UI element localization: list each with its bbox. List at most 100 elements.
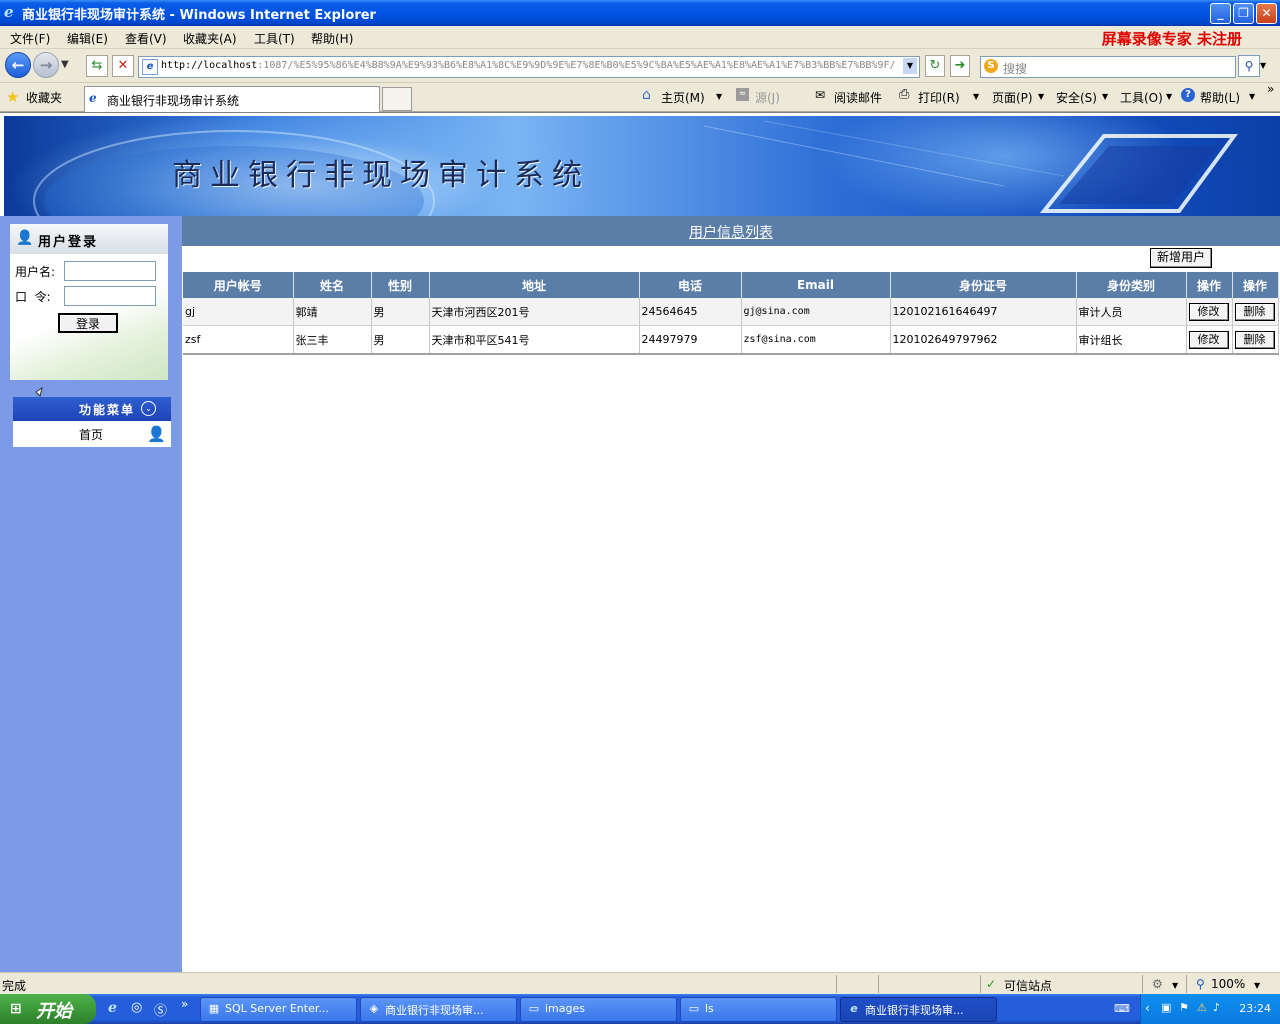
task-label: 商业银行非现场审... — [865, 1004, 964, 1017]
address-input[interactable]: e http://localhost:1087/%E5%95%86%E4%B8%… — [138, 56, 920, 78]
tray-expand-icon[interactable]: ‹ — [1145, 1001, 1150, 1015]
login-button[interactable]: 登录 — [58, 313, 118, 333]
site-banner: 商业银行非现场审计系统 — [4, 116, 1280, 216]
restore-button[interactable]: ❐ — [1233, 3, 1254, 24]
task-app-window[interactable]: ◈ 商业银行非现场审... — [360, 997, 517, 1022]
printer-icon[interactable]: ⎙ — [899, 87, 909, 102]
checkmark-icon: ✓ — [986, 977, 997, 991]
zoom-icon[interactable]: ⚲ — [1196, 977, 1205, 991]
col-gender: 性别 — [371, 272, 430, 298]
list-title[interactable]: 用户信息列表 — [182, 222, 1280, 242]
cmd-home[interactable]: 主页(M) — [661, 89, 705, 106]
minimize-button[interactable]: _ — [1210, 3, 1231, 24]
protected-dropdown-icon[interactable]: ▼ — [1172, 981, 1178, 990]
cmd-tools[interactable]: 工具(O) — [1120, 89, 1163, 106]
menu-help[interactable]: 帮助(H) — [311, 30, 353, 47]
table-header-row: 用户帐号 姓名 性别 地址 电话 Email 身份证号 身份类别 操作 操作 — [183, 272, 1279, 298]
compat-view-icon[interactable]: ↻ — [925, 55, 945, 77]
feeds-icon[interactable]: ≈ — [736, 88, 749, 101]
stop-icon[interactable]: ✕ — [112, 55, 134, 77]
address-url: http://localhost:1087/%E5%95%86%E4%B8%9A… — [161, 60, 896, 71]
page-dropdown-icon[interactable]: ▼ — [1038, 92, 1044, 101]
task-sql-server[interactable]: ▦ SQL Server Enter... — [200, 997, 357, 1022]
security-zone[interactable]: 可信站点 — [1004, 977, 1052, 994]
protected-mode-icon[interactable]: ⚙ — [1152, 977, 1163, 991]
task-ls-folder[interactable]: ▭ ls — [680, 997, 837, 1022]
tools-dropdown-icon[interactable]: ▼ — [1166, 92, 1172, 101]
zoom-dropdown-icon[interactable]: ▼ — [1254, 981, 1260, 990]
help-icon[interactable]: ? — [1181, 88, 1195, 102]
home-icon[interactable]: ⌂ — [642, 87, 651, 103]
tab-title: 商业银行非现场审计系统 — [107, 94, 240, 108]
tray-volume-icon[interactable]: ♪ — [1213, 1001, 1220, 1014]
cmd-print[interactable]: 打印(R) — [918, 89, 960, 106]
delete-button[interactable]: 删除 — [1234, 330, 1275, 349]
history-dropdown-icon[interactable]: ▼ — [61, 59, 69, 70]
quicklaunch-ie-icon[interactable]: e — [108, 1000, 117, 1016]
cmd-feeds[interactable]: 源(J) — [755, 89, 780, 106]
edit-button[interactable]: 修改 — [1188, 302, 1229, 321]
username-input[interactable] — [64, 261, 156, 281]
tab-current[interactable]: e 商业银行非现场审计系统 — [84, 86, 380, 112]
cell-id-number: 120102161646497 — [890, 298, 1077, 326]
quicklaunch-overflow-icon[interactable]: » — [181, 997, 188, 1011]
table-row: gj 郭靖 男 天津市河西区201号 24564645 gj@sina.com … — [183, 298, 1279, 326]
cell-delete: 删除 — [1232, 298, 1279, 326]
username-label: 用户名: — [15, 265, 56, 279]
tray-network-icon[interactable]: ▣ — [1161, 1001, 1171, 1014]
cmd-read-mail[interactable]: 阅读邮件 — [834, 89, 882, 106]
close-button[interactable]: ✕ — [1256, 3, 1277, 24]
cell-name: 郭靖 — [293, 298, 372, 326]
print-dropdown-icon[interactable]: ▼ — [973, 92, 979, 101]
add-user-button[interactable]: 新增用户 — [1150, 248, 1212, 268]
new-tab-button[interactable] — [382, 87, 412, 111]
menu-bar: 文件(F) 编辑(E) 查看(V) 收藏夹(A) 工具(T) 帮助(H) 屏幕录… — [0, 26, 1280, 49]
task-images-folder[interactable]: ▭ images — [520, 997, 677, 1022]
banner-title: 商业银行非现场审计系统 — [172, 158, 590, 193]
cmd-safety[interactable]: 安全(S) — [1056, 89, 1097, 106]
zoom-level[interactable]: 100% — [1211, 977, 1245, 991]
login-header: 👤 用户登录 — [10, 224, 168, 254]
window-titlebar: e 商业银行非现场审计系统 - Windows Internet Explore… — [0, 0, 1280, 26]
help-dropdown-icon[interactable]: ▼ — [1249, 92, 1255, 101]
edit-button[interactable]: 修改 — [1188, 330, 1229, 349]
cell-email: gj@sina.com — [741, 298, 891, 326]
menu-item-home[interactable]: 首页 👤 — [13, 421, 171, 447]
delete-button[interactable]: 删除 — [1234, 302, 1275, 321]
start-button[interactable]: ⊞ 开始 — [0, 994, 96, 1024]
forward-arrow-icon[interactable]: → — [33, 52, 59, 78]
favorites-button[interactable]: 收藏夹 — [26, 89, 62, 106]
back-arrow-icon[interactable]: ← — [5, 52, 31, 78]
cell-account: zsf — [183, 325, 294, 355]
menu-view[interactable]: 查看(V) — [125, 30, 167, 47]
menu-file[interactable]: 文件(F) — [10, 30, 50, 47]
tray-security-icon[interactable]: ⚑ — [1179, 1001, 1189, 1014]
search-icon[interactable]: ⚲ — [1238, 55, 1260, 77]
toolbar-overflow-icon[interactable]: » — [1267, 82, 1274, 96]
search-options-icon[interactable]: ▼ — [1260, 61, 1266, 70]
cmd-help[interactable]: 帮助(L) — [1200, 89, 1240, 106]
menu-edit[interactable]: 编辑(E) — [67, 30, 108, 47]
menu-favorites[interactable]: 收藏夹(A) — [183, 30, 237, 47]
address-dropdown-icon[interactable]: ▼ — [903, 58, 917, 74]
home-dropdown-icon[interactable]: ▼ — [716, 92, 722, 101]
favorites-star-icon[interactable]: ★ — [6, 88, 19, 106]
quicklaunch-app-icon[interactable]: ◎ — [131, 1000, 142, 1015]
quicklaunch-browser-icon[interactable]: Ⓢ — [154, 1000, 167, 1019]
refresh-icon[interactable]: ⇆ — [86, 55, 108, 77]
mail-icon[interactable]: ✉ — [815, 88, 825, 102]
safety-dropdown-icon[interactable]: ▼ — [1102, 92, 1108, 101]
collapse-chevron-icon[interactable]: ⌄ — [141, 401, 156, 416]
function-menu-header[interactable]: 功能菜单 ⌄ — [13, 397, 171, 421]
folder-icon: ▭ — [688, 1002, 700, 1015]
ie-icon: e — [850, 1002, 858, 1015]
go-arrow-icon[interactable]: ➜ — [950, 55, 970, 77]
col-id-number: 身份证号 — [890, 272, 1077, 298]
menu-tools[interactable]: 工具(T) — [254, 30, 295, 47]
password-input[interactable] — [64, 286, 156, 306]
task-ie-window[interactable]: e 商业银行非现场审... — [840, 997, 997, 1022]
tray-alert-icon[interactable]: ⚠ — [1197, 1001, 1207, 1014]
search-input[interactable]: S 搜搜 — [980, 56, 1236, 78]
keyboard-icon[interactable]: ⌨ — [1114, 1002, 1130, 1015]
cmd-page[interactable]: 页面(P) — [992, 89, 1033, 106]
